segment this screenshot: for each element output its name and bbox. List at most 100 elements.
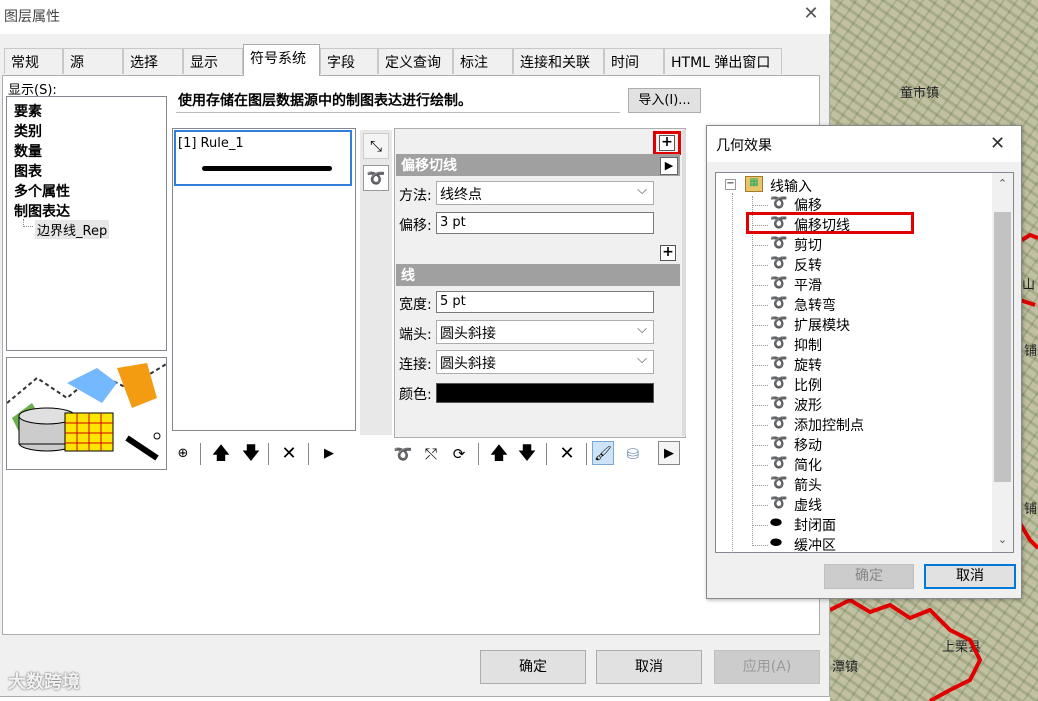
tree-item-move[interactable]: 移动 — [794, 435, 822, 455]
properties-scrollbar[interactable] — [682, 130, 686, 436]
tree-root-label[interactable]: 线输入 — [770, 176, 812, 196]
close-icon[interactable]: ✕ — [990, 133, 1005, 154]
show-item-charts[interactable]: 图表 — [14, 161, 42, 181]
tree-connector — [752, 545, 768, 546]
add-rule-icon[interactable]: ⊕ — [172, 442, 194, 466]
play-icon[interactable]: ▶ — [658, 441, 680, 465]
delete-icon[interactable]: ✕ — [278, 442, 300, 466]
line-effect-icon: ➰ — [770, 335, 788, 351]
tree-item-rotate[interactable]: 旋转 — [794, 355, 822, 375]
tree-item-suppress[interactable]: 抑制 — [794, 335, 822, 355]
tree-item-scale[interactable]: 比例 — [794, 375, 822, 395]
tab-symbology[interactable]: 符号系统 — [243, 44, 320, 76]
tab-html-popup[interactable]: HTML 弹出窗口 — [664, 48, 782, 74]
geometric-effect-icon[interactable]: ⤡ — [363, 133, 389, 159]
ok-button[interactable]: 确定 — [480, 650, 586, 684]
play-icon[interactable]: ▶ — [318, 442, 340, 466]
tree-item-simplify[interactable]: 简化 — [794, 455, 822, 475]
tab-time[interactable]: 时间 — [604, 48, 664, 74]
join-label: 连接: — [399, 357, 432, 373]
tree-connector — [752, 345, 768, 346]
add-marker-icon[interactable]: ⟳ — [448, 442, 470, 466]
cancel-button[interactable]: 取消 — [596, 650, 702, 684]
width-label: 宽度: — [399, 297, 432, 313]
tree-connector — [752, 245, 768, 246]
show-item-representation-rule[interactable]: 边界线_Rep — [35, 220, 110, 239]
color-swatch[interactable] — [436, 383, 654, 403]
tree-connector — [752, 525, 768, 526]
show-item-multiple-attributes[interactable]: 多个属性 — [14, 181, 70, 201]
move-up-icon[interactable]: 🡅 — [488, 442, 510, 466]
tab-display[interactable]: 显示 — [183, 48, 243, 74]
tree-item-offset[interactable]: 偏移 — [794, 195, 822, 215]
tree-connector — [23, 219, 33, 227]
tree-item-dash[interactable]: 虚线 — [794, 495, 822, 515]
show-item-quantities[interactable]: 数量 — [14, 141, 42, 161]
tree-item-wave[interactable]: 波形 — [794, 395, 822, 415]
tree-connector — [752, 196, 753, 546]
tree-item-buffer[interactable]: 缓冲区 — [794, 535, 836, 555]
tree-connector — [752, 265, 768, 266]
show-item-categories[interactable]: 类别 — [14, 121, 42, 141]
tree-item-cut[interactable]: 剪切 — [794, 235, 822, 255]
apply-button[interactable]: 应用(A) — [714, 650, 820, 684]
line-effect-icon: ➰ — [770, 235, 788, 251]
scroll-down-icon[interactable]: ⌄ — [994, 533, 1011, 546]
tree-connector — [752, 365, 768, 366]
stroke-layer-icon[interactable]: ➰ — [363, 165, 389, 191]
tree-item-smooth[interactable]: 平滑 — [794, 275, 822, 295]
watermark: 大数跨境 — [8, 672, 80, 693]
offset-input[interactable]: 3 pt — [436, 212, 654, 234]
cap-value: 圆头斜接 — [440, 326, 496, 342]
import-button[interactable]: 导入(I)... — [628, 88, 701, 113]
tree-connector — [752, 445, 768, 446]
tree-item-add-control-points[interactable]: 添加控制点 — [794, 415, 864, 435]
show-item-features[interactable]: 要素 — [14, 101, 42, 121]
tab-source[interactable]: 源 — [63, 48, 123, 74]
tree-item-extension[interactable]: 扩展模块 — [794, 315, 850, 335]
tree-item-reverse[interactable]: 反转 — [794, 255, 822, 275]
move-up-icon[interactable]: 🡅 — [210, 442, 232, 466]
line-effect-icon: ➰ — [770, 355, 788, 371]
dialog-title: 几何效果 — [716, 138, 772, 154]
polygon-effect-icon: ⬬ — [770, 535, 782, 551]
tree-item-offset-tangent[interactable]: 偏移切线 — [794, 215, 850, 235]
join-select[interactable]: 圆头斜接 ⌵ — [436, 350, 654, 374]
dialog-titlebar — [0, 0, 830, 34]
tab-selection[interactable]: 选择 — [123, 48, 183, 74]
tree-item-arrow[interactable]: 箭头 — [794, 475, 822, 495]
close-icon[interactable]: ✕ — [800, 4, 822, 26]
add-stroke-icon[interactable]: ➰ — [392, 442, 414, 466]
tab-fields[interactable]: 字段 — [320, 48, 378, 74]
delete-icon[interactable]: ✕ — [556, 442, 578, 466]
add-fill-icon[interactable]: ⤲ — [420, 442, 442, 466]
cap-select[interactable]: 圆头斜接 ⌵ — [436, 320, 654, 344]
line-effect-icon: ➰ — [770, 455, 788, 471]
tree-item-enclosing-polygon[interactable]: 封闭面 — [794, 515, 836, 535]
cancel-button[interactable]: 取消 — [924, 564, 1016, 589]
brush-icon[interactable]: 🖌 — [592, 441, 614, 465]
tree-connector — [732, 193, 733, 553]
show-list: 要素 类别 数量 图表 多个属性 制图表达 边界线_Rep — [6, 96, 167, 351]
tab-joins-relates[interactable]: 连接和关联 — [513, 48, 604, 74]
database-icon[interactable]: ⛁ — [622, 442, 644, 466]
scroll-up-icon[interactable]: ⌃ — [994, 177, 1011, 190]
tab-definition-query[interactable]: 定义查询 — [378, 48, 453, 74]
move-down-icon[interactable]: 🡇 — [516, 442, 538, 466]
tab-general[interactable]: 常规 — [4, 48, 63, 74]
tab-labels[interactable]: 标注 — [453, 48, 513, 74]
play-icon[interactable]: ▶ — [660, 157, 678, 175]
move-down-icon[interactable]: 🡇 — [240, 442, 262, 466]
dialog-title: 图层属性 — [4, 9, 60, 25]
width-input[interactable]: 5 pt — [436, 291, 654, 313]
rule-line-symbol — [202, 166, 332, 171]
ok-button[interactable]: 确定 — [824, 564, 914, 589]
method-select[interactable]: 线终点 ⌵ — [436, 181, 654, 205]
scrollbar-thumb[interactable] — [994, 212, 1011, 482]
line-effect-icon: ➰ — [770, 275, 788, 291]
add-geometric-effect-button[interactable]: + — [659, 135, 675, 151]
tree-item-sharp-turn[interactable]: 急转弯 — [794, 295, 836, 315]
collapse-icon[interactable]: − — [725, 179, 736, 190]
show-item-representations[interactable]: 制图表达 — [14, 201, 70, 221]
add-symbol-layer-button[interactable]: + — [660, 245, 676, 261]
